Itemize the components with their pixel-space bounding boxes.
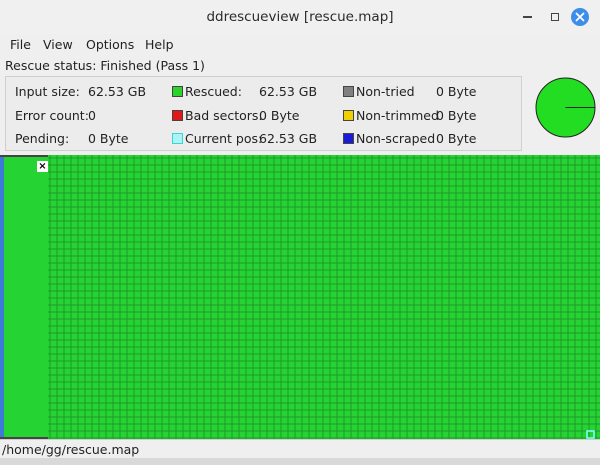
map-overview-strip: × bbox=[0, 157, 48, 437]
current-pos-value: 62.53 GB bbox=[259, 131, 318, 146]
map-file-path: /home/gg/rescue.map bbox=[2, 442, 140, 457]
rescued-label: Rescued: bbox=[185, 84, 242, 99]
pending-value: 0 Byte bbox=[88, 131, 129, 146]
close-icon bbox=[575, 12, 585, 22]
non-scraped-label: Non-scraped bbox=[356, 131, 436, 146]
input-size-value: 62.53 GB bbox=[88, 84, 147, 99]
rescued-value: 62.53 GB bbox=[259, 84, 318, 99]
rescue-status: Rescue status: Finished (Pass 1) bbox=[5, 58, 209, 73]
menu-view[interactable]: View bbox=[43, 37, 73, 52]
statusbar: /home/gg/rescue.map bbox=[0, 439, 600, 458]
maximize-icon bbox=[551, 13, 559, 21]
menu-options[interactable]: Options bbox=[86, 37, 134, 52]
app-window: ddrescueview [rescue.map] File View Opti… bbox=[0, 0, 600, 458]
close-strip-icon[interactable]: × bbox=[37, 161, 48, 172]
window-title: ddrescueview [rescue.map] bbox=[206, 9, 394, 25]
menubar: File View Options Help bbox=[0, 34, 600, 54]
current-pos-swatch bbox=[172, 133, 183, 144]
rescue-status-value: Finished (Pass 1) bbox=[100, 58, 205, 73]
minimize-button[interactable] bbox=[518, 8, 536, 26]
non-scraped-swatch bbox=[343, 133, 354, 144]
rescue-pie-chart bbox=[535, 77, 596, 138]
background-desktop bbox=[0, 458, 600, 465]
block-map: × bbox=[0, 155, 600, 439]
maximize-button[interactable] bbox=[546, 8, 564, 26]
non-trimmed-label: Non-trimmed bbox=[356, 108, 439, 123]
rescue-status-label: Rescue status: bbox=[5, 58, 97, 73]
input-size-label: Input size: bbox=[15, 84, 80, 99]
non-tried-value: 0 Byte bbox=[436, 84, 477, 99]
bad-sectors-swatch bbox=[172, 110, 183, 121]
rescued-swatch bbox=[172, 86, 183, 97]
menu-help[interactable]: Help bbox=[145, 37, 174, 52]
minimize-icon bbox=[522, 16, 532, 18]
error-count-label: Error count: bbox=[15, 108, 89, 123]
titlebar: ddrescueview [rescue.map] bbox=[0, 0, 600, 34]
info-panel: Input size: 62.53 GB Error count: 0 Pend… bbox=[5, 76, 522, 151]
current-pos-label: Current pos: bbox=[185, 131, 263, 146]
non-tried-label: Non-tried bbox=[356, 84, 415, 99]
non-scraped-value: 0 Byte bbox=[436, 131, 477, 146]
non-tried-swatch bbox=[343, 86, 354, 97]
non-trimmed-swatch bbox=[343, 110, 354, 121]
bad-sectors-label: Bad sectors: bbox=[185, 108, 263, 123]
bad-sectors-value: 0 Byte bbox=[259, 108, 300, 123]
menu-file[interactable]: File bbox=[10, 37, 31, 52]
pending-label: Pending: bbox=[15, 131, 70, 146]
block-grid bbox=[48, 155, 600, 439]
non-trimmed-value: 0 Byte bbox=[436, 108, 477, 123]
error-count-value: 0 bbox=[88, 108, 96, 123]
close-button[interactable] bbox=[571, 8, 589, 26]
